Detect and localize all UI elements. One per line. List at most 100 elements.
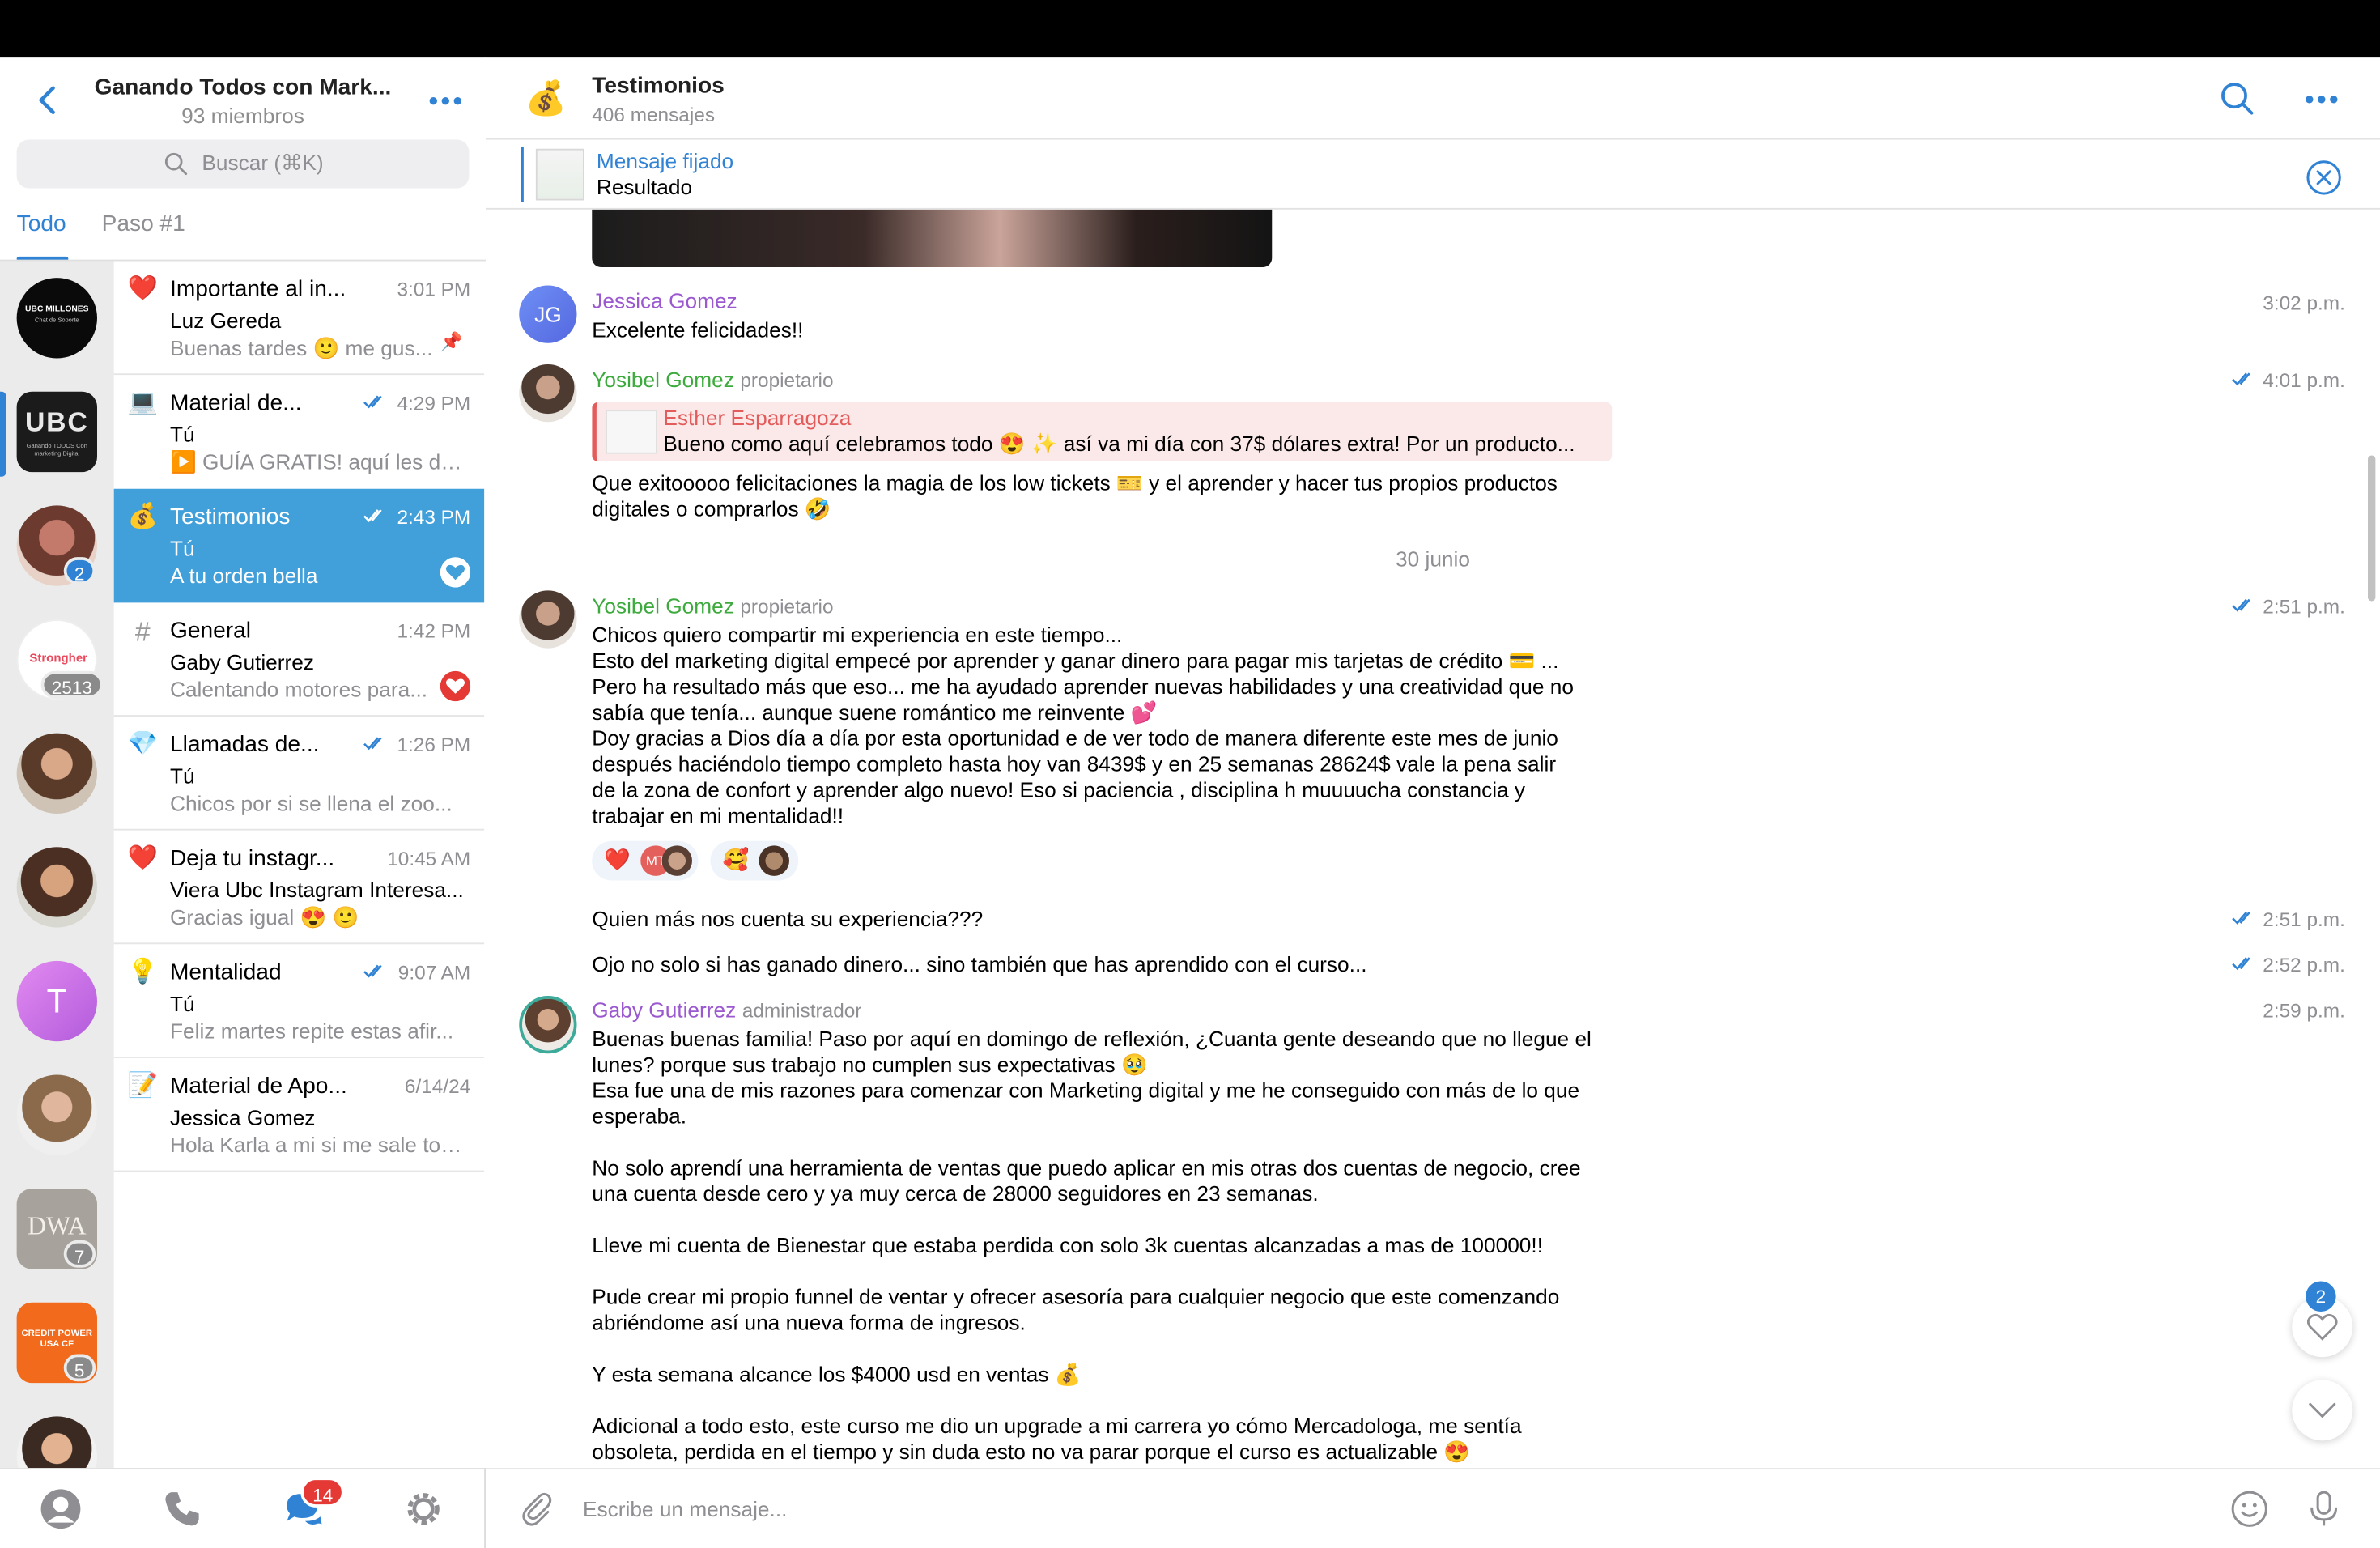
reply-thumbnail (606, 410, 657, 454)
chat-sender: Tú (170, 991, 195, 1016)
scroll-down-button[interactable] (2292, 1380, 2353, 1441)
chat-list-item[interactable]: # General 1:42 PM Gaby Gutierrez Calentando … (114, 602, 485, 717)
topic-title[interactable]: Testimonios (592, 73, 725, 99)
message-time: 3:02 p.m. (2263, 291, 2345, 315)
back-arrow-icon[interactable] (31, 82, 67, 118)
read-ticks-icon (363, 395, 382, 409)
sender-role: administrador (742, 998, 862, 1022)
message-sender[interactable]: Jessica Gomez (592, 288, 737, 313)
chat-emoji-icon: ❤️ (127, 845, 158, 872)
chat-emoji-icon: 💰 (127, 504, 158, 530)
chat-emoji-icon: # (134, 616, 151, 647)
message-line (592, 1258, 1624, 1284)
chat-list-item[interactable]: 📝 Material de Apo... 6/14/24 Jessica Gomez H… (114, 1058, 485, 1172)
chat-title: Mentalidad (170, 959, 282, 985)
message-text: Buenas buenas familia! Paso por aquí en … (592, 1027, 1624, 1465)
chat-preview: A tu orden bella (170, 563, 318, 588)
message-text: Ojo no solo si has ganado dinero... sino… (592, 951, 1367, 976)
chat-list-item[interactable]: ❤️ Deja tu instagr... 10:45 AM Viera Ubc In… (114, 831, 485, 945)
reactor-avatar (759, 845, 789, 876)
message-time: 2:52 p.m. (2263, 953, 2345, 976)
search-input[interactable]: Buscar (⌘K) (202, 151, 323, 176)
chat-list-item[interactable]: 💎 Llamadas de... 1:26 PM Tú Chicos por si se… (114, 717, 485, 831)
message-line: de la zona de confort y aprender algo nu… (592, 777, 1526, 802)
topic-message-count: 406 mensajes (592, 103, 716, 126)
rail-item-avatar[interactable] (16, 1416, 97, 1469)
chat-list: ❤️ Importante al in... 3:01 PM Luz Gereda Bu… (113, 261, 486, 1469)
chat-sender: Tú (170, 535, 195, 560)
message-sender[interactable]: Gaby Gutierrez (592, 997, 736, 1022)
calls-icon[interactable] (161, 1488, 204, 1531)
rail-item-avatar[interactable] (16, 1074, 97, 1155)
read-ticks-icon (363, 509, 382, 523)
message-line: lunes? porque sus trabajo no cumplen sus… (592, 1052, 1148, 1077)
avatar[interactable] (519, 996, 577, 1054)
more-options-icon[interactable] (427, 90, 466, 111)
message-list: JG Jessica Gomez 3:02 p.m. Excelente fel… (486, 209, 2380, 1468)
reaction-heart[interactable]: ❤️ MT (592, 840, 699, 881)
contacts-icon[interactable] (40, 1488, 83, 1531)
chat-time: 1:42 PM (397, 619, 471, 643)
message-input[interactable]: Escribe un mensaje... (583, 1497, 787, 1521)
avatar-initials: JG (534, 302, 562, 327)
reactor-avatar (661, 845, 692, 876)
folder-tabs: Todo Paso #1 (0, 205, 486, 262)
message-line (592, 1129, 1624, 1155)
message-line: No solo aprendí una herramienta de venta… (592, 1155, 1581, 1180)
search-icon[interactable] (2219, 80, 2255, 117)
message-line: Pero ha resultado más que eso... me ha a… (592, 674, 1574, 699)
tab-paso-1[interactable]: Paso #1 (102, 211, 185, 237)
chevron-down-icon (2309, 1402, 2336, 1418)
rail-item-avatar[interactable] (16, 847, 97, 928)
avatar[interactable]: JG (519, 285, 577, 343)
rail-item-ubc-millones[interactable]: UBC MILLONES Chat de Soporte (16, 278, 97, 359)
avatar[interactable] (519, 364, 577, 423)
message-sender[interactable]: Yosibel Gomez (592, 593, 734, 618)
message-sender[interactable]: Yosibel Gomez (592, 368, 734, 392)
rail-item-label: UBC (24, 406, 89, 438)
chat-time: 10:45 AM (387, 847, 471, 870)
pinned-message-bar[interactable]: Mensaje fijado Resultado (486, 140, 2380, 210)
search-bar[interactable]: Buscar (⌘K) (16, 139, 470, 189)
microphone-icon[interactable] (2304, 1489, 2344, 1529)
chat-time: 6/14/24 (404, 1074, 471, 1098)
message-text: Que exitooooo felicitaciones la magia de… (592, 470, 1558, 521)
more-options-icon[interactable] (2302, 88, 2342, 109)
chat-list-item[interactable]: 💰 Testimonios 2:43 PM Tú A tu orden bella (113, 488, 485, 603)
settings-gear-icon[interactable] (402, 1488, 445, 1531)
chat-sender: Tú (170, 763, 195, 789)
tab-todo[interactable]: Todo (17, 211, 66, 237)
reaction-smiling[interactable]: 🥰 (710, 840, 799, 881)
rail-item-t[interactable]: T (16, 960, 97, 1042)
scrollbar[interactable] (2368, 455, 2376, 602)
chat-list-item[interactable]: 💻 Material de... 4:29 PM Tú ▶️ GUÍA GRATIS! … (114, 375, 485, 489)
chat-sender: Tú (170, 422, 195, 447)
message-line (592, 1336, 1624, 1362)
close-icon[interactable] (2306, 159, 2342, 196)
photo-message[interactable] (592, 209, 1273, 267)
message-line: después haciéndolo tiempo completo hasta… (592, 751, 1557, 776)
message-line: Esa fue una de mis razones para comenzar… (592, 1078, 1580, 1103)
emoji-icon[interactable] (2229, 1489, 2269, 1529)
chat-preview: Chicos por si se llena el zoo... (170, 790, 453, 815)
topic-header: 💰 Testimonios 406 mensajes (486, 57, 2380, 140)
chat-sender: Gaby Gutierrez (170, 649, 315, 674)
attach-paperclip-icon[interactable] (516, 1489, 556, 1529)
avatar[interactable] (519, 590, 577, 649)
message-time: 2:51 p.m. (2263, 908, 2345, 931)
chat-sender: Jessica Gomez (170, 1105, 316, 1129)
message-sender-row: Yosibel Gomez propietario (592, 593, 833, 618)
message-line: Lleve mi cuenta de Bienestar que estaba … (592, 1232, 1543, 1257)
message-text: Quien más nos cuenta su experiencia??? (592, 906, 984, 931)
message-line: trabajar en mi mentalidad!! (592, 802, 844, 827)
chat-list-item[interactable]: ❤️ Importante al in... 3:01 PM Luz Gereda Bu… (114, 262, 485, 376)
rail-item-ubc[interactable]: UBC Ganando TODOS Con marketing Digital (16, 391, 97, 473)
group-title[interactable]: Ganando Todos con Mark... (91, 74, 395, 100)
chat-emoji-icon: 💻 (127, 389, 158, 416)
chat-emoji-icon: 💡 (127, 959, 158, 985)
heart-reaction-icon (440, 557, 471, 588)
chat-list-item[interactable]: 💡 Mentalidad 9:07 AM Tú Feliz martes repite … (114, 944, 485, 1058)
rail-item-avatar[interactable] (16, 733, 97, 814)
reply-quote[interactable]: Esther Esparragoza Bueno como aquí celeb… (592, 402, 1613, 461)
chat-title: Material de Apo... (170, 1073, 347, 1099)
